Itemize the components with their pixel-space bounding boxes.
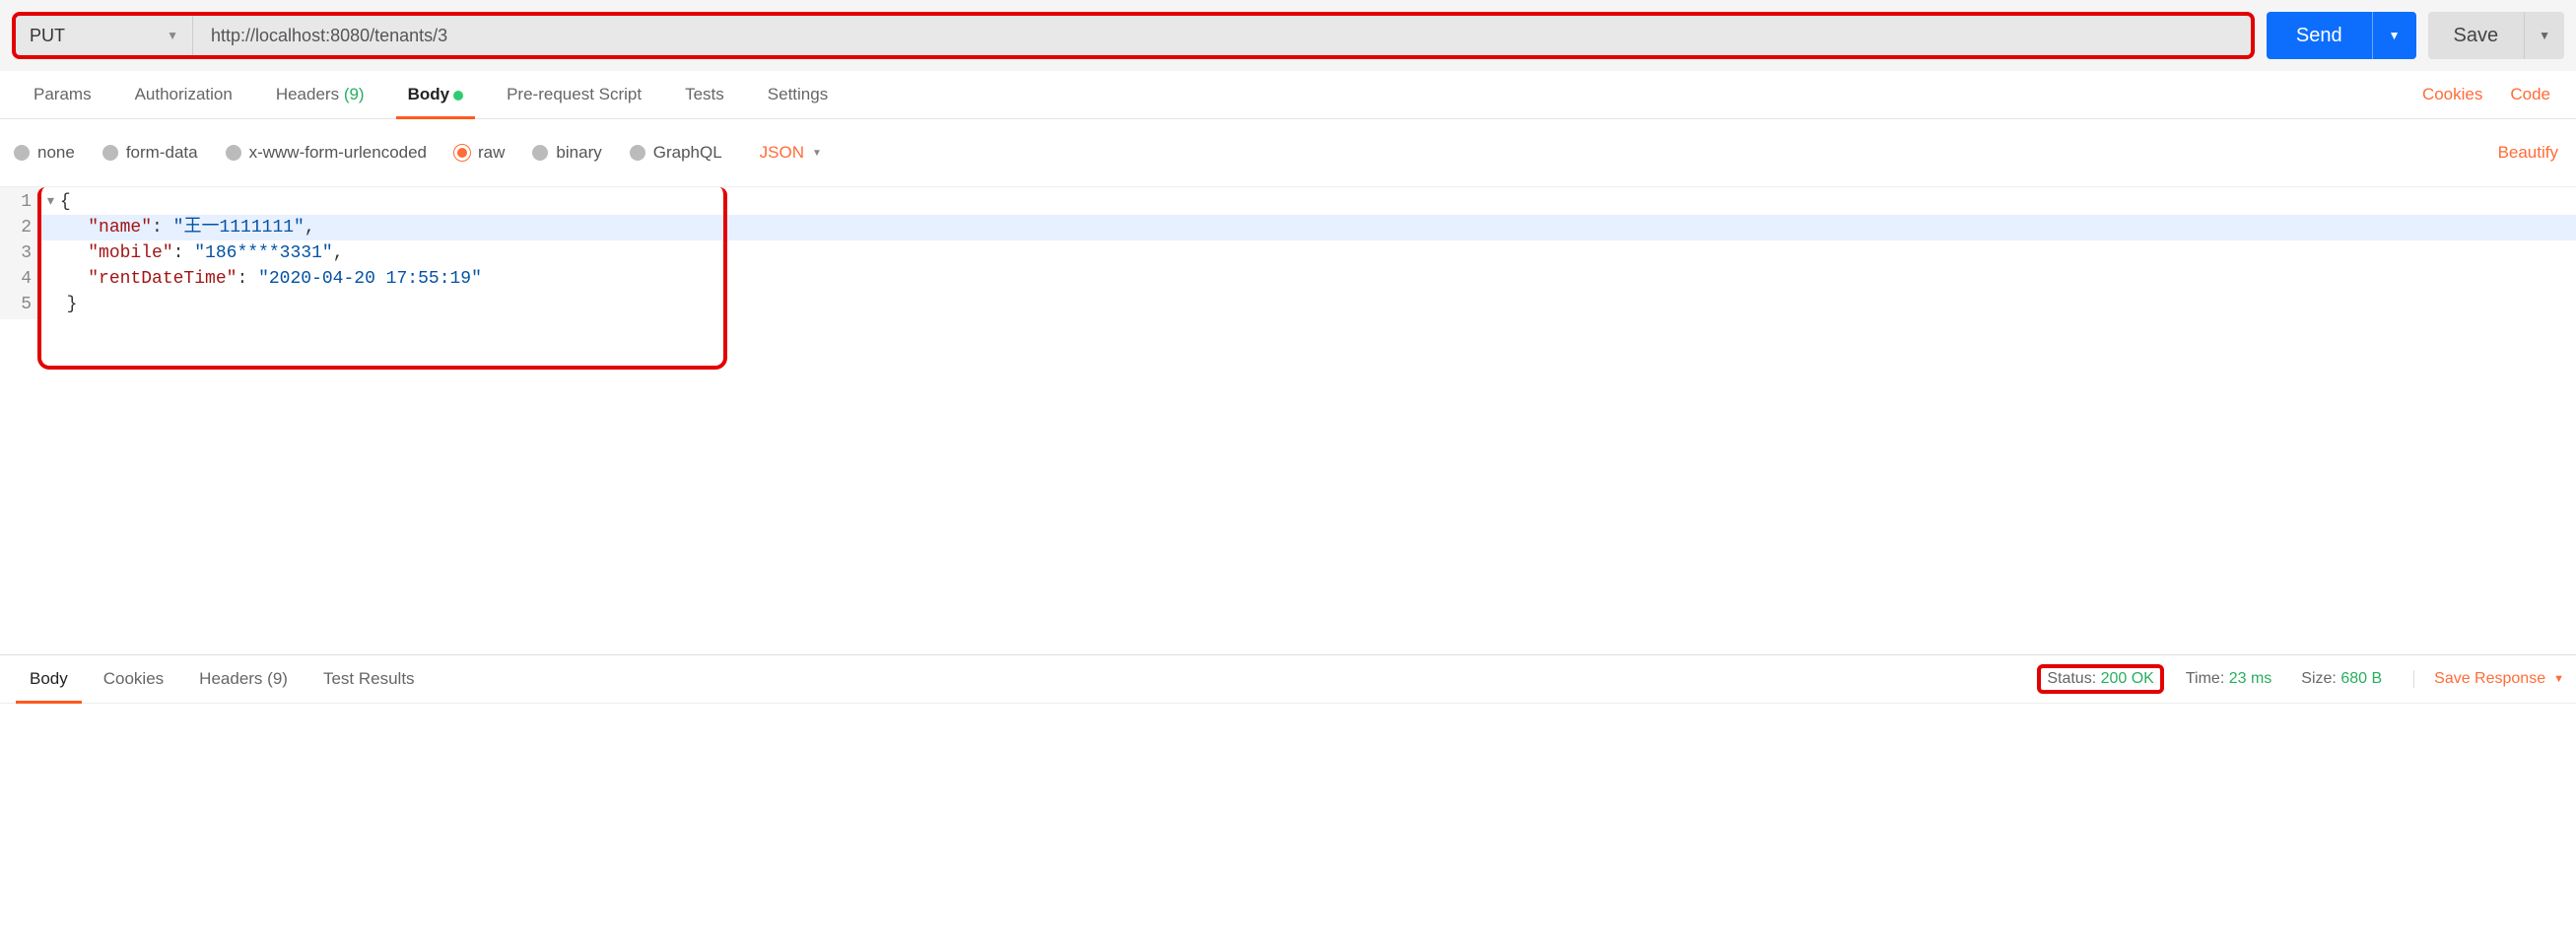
radio-raw[interactable]: raw	[454, 143, 505, 163]
request-url-input[interactable]	[193, 16, 2251, 55]
radio-icon	[532, 145, 548, 161]
body-format-value: JSON	[760, 143, 804, 163]
save-response-button[interactable]: Save Response ▼	[2413, 670, 2564, 688]
send-button[interactable]: Send ▼	[2267, 12, 2416, 59]
code-area[interactable]: ▾{ "name": "王一1111111", "mobile": "186**…	[37, 187, 2576, 319]
tab-body[interactable]: Body	[386, 71, 486, 118]
request-body-editor[interactable]: 1 2 3 4 5 ▾{ "name": "王一1111111", "mobil…	[0, 187, 2576, 319]
tab-headers[interactable]: Headers (9)	[254, 71, 386, 118]
radio-none[interactable]: none	[14, 143, 75, 163]
radio-binary[interactable]: binary	[532, 143, 601, 163]
save-dropdown-icon[interactable]: ▼	[2524, 12, 2564, 59]
radio-urlencoded[interactable]: x-www-form-urlencoded	[226, 143, 427, 163]
tab-params[interactable]: Params	[12, 71, 113, 118]
request-input-group: PUT ▼	[12, 12, 2255, 59]
chevron-down-icon: ▼	[812, 148, 822, 159]
radio-formdata[interactable]: form-data	[102, 143, 198, 163]
send-button-label: Send	[2267, 12, 2372, 59]
beautify-link[interactable]: Beautify	[2484, 129, 2562, 176]
body-format-select[interactable]: JSON ▼	[760, 143, 822, 163]
response-tabs: Body Cookies Headers (9) Test Results St…	[0, 655, 2576, 704]
request-bar: PUT ▼ Send ▼ Save ▼	[0, 0, 2576, 71]
response-tab-test-results[interactable]: Test Results	[305, 655, 433, 703]
line-gutter: 1 2 3 4 5	[0, 187, 37, 319]
tab-prerequest-script[interactable]: Pre-request Script	[485, 71, 663, 118]
body-type-row: none form-data x-www-form-urlencoded raw…	[0, 119, 2576, 187]
radio-icon	[102, 145, 118, 161]
response-size: Size: 680 B	[2293, 670, 2390, 688]
response-tab-headers[interactable]: Headers (9)	[181, 655, 305, 703]
response-stats: Status: 200 OK Time: 23 ms Size: 680 B S…	[2037, 664, 2564, 694]
radio-icon	[630, 145, 645, 161]
code-link[interactable]: Code	[2496, 71, 2564, 118]
radio-icon	[226, 145, 241, 161]
fold-caret-icon[interactable]: ▾	[45, 192, 56, 212]
tab-settings[interactable]: Settings	[746, 71, 849, 118]
save-button-label: Save	[2428, 12, 2525, 59]
cookies-link[interactable]: Cookies	[2408, 71, 2496, 118]
http-method-value: PUT	[30, 26, 65, 46]
tab-authorization[interactable]: Authorization	[113, 71, 254, 118]
save-button[interactable]: Save ▼	[2428, 12, 2564, 59]
chevron-down-icon: ▼	[2553, 673, 2564, 685]
radio-graphql[interactable]: GraphQL	[630, 143, 722, 163]
radio-icon-selected	[454, 145, 470, 161]
chevron-down-icon: ▼	[167, 29, 178, 42]
status-badge: Status: 200 OK	[2037, 664, 2164, 694]
send-dropdown-icon[interactable]: ▼	[2372, 12, 2416, 59]
response-tab-body[interactable]: Body	[12, 655, 86, 703]
response-time: Time: 23 ms	[2178, 670, 2279, 688]
request-tabs: Params Authorization Headers (9) Body Pr…	[0, 71, 2576, 119]
tab-tests[interactable]: Tests	[663, 71, 746, 118]
http-method-select[interactable]: PUT ▼	[16, 16, 193, 55]
response-tab-cookies[interactable]: Cookies	[86, 655, 181, 703]
modified-dot-icon	[453, 91, 463, 101]
radio-icon	[14, 145, 30, 161]
